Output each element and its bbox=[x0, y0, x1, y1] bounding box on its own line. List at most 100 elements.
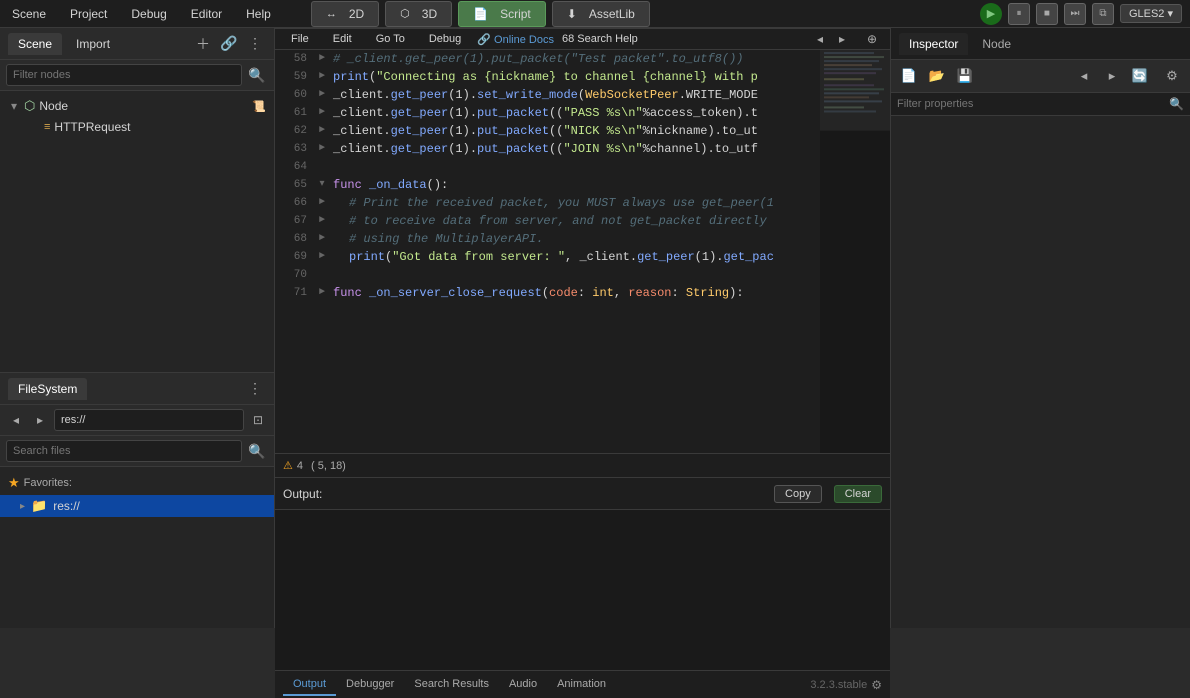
filter-button[interactable]: ⚙ bbox=[1160, 64, 1184, 88]
scene-more-button[interactable]: ⋮ bbox=[244, 33, 266, 55]
code-line-68: 68 ► # using the MultiplayerAPI. bbox=[275, 230, 820, 248]
center-panel: ⬡ Node ✕ ◻ twitch_chat_dock ≡ user_messa… bbox=[275, 28, 890, 628]
step-button[interactable]: ⏭ bbox=[1064, 3, 1086, 25]
fs-tree: ★ Favorites: ▸ 📁 res:// bbox=[0, 467, 274, 628]
code-main: 58 ► # _client.get_peer(1).put_packet("T… bbox=[275, 50, 890, 453]
output-tab-search[interactable]: Search Results bbox=[404, 674, 499, 696]
history-button[interactable]: 🔄 bbox=[1128, 64, 1152, 88]
code-line-66: 66 ► # Print the received packet, you MU… bbox=[275, 194, 820, 212]
scene-tree: ▾ ⬡ Node 📜 ≡ HTTPRequest bbox=[0, 91, 274, 372]
menu-bar: Scene Project Debug Editor Help ↔ 2D ⬡ 3… bbox=[0, 0, 1190, 28]
nav-back-arrow[interactable]: ◂ bbox=[810, 29, 830, 49]
inspector-content bbox=[891, 116, 1190, 628]
filter-search-icon[interactable]: 🔍 bbox=[246, 64, 268, 86]
code-line-69: 69 ► print("Got data from server: ", _cl… bbox=[275, 248, 820, 266]
open-script-button[interactable]: 📂 bbox=[925, 64, 949, 88]
tab-filesystem[interactable]: FileSystem bbox=[8, 378, 87, 400]
layout-toggle-button[interactable]: ⊡ bbox=[248, 410, 268, 430]
nav-prev-button[interactable]: ◂ bbox=[1072, 64, 1096, 88]
search-icon: 🔍 bbox=[1169, 97, 1184, 111]
status-position: ( 5, 18) bbox=[311, 460, 346, 472]
code-line-70: 70 bbox=[275, 266, 820, 284]
menu-help[interactable]: Help bbox=[242, 5, 275, 23]
output-header: Output: Copy Clear bbox=[275, 478, 890, 510]
code-line-62: 62 ► _client.get_peer(1).put_packet(("NI… bbox=[275, 122, 820, 140]
stop-button[interactable]: ■ bbox=[1036, 3, 1058, 25]
tab-import[interactable]: Import bbox=[66, 33, 120, 55]
tree-item-node[interactable]: ▾ ⬡ Node 📜 bbox=[0, 95, 274, 117]
output-tab-animation[interactable]: Animation bbox=[547, 674, 616, 696]
output-settings-icon[interactable]: ⚙ bbox=[871, 678, 882, 692]
code-area[interactable]: 58 ► # _client.get_peer(1).put_packet("T… bbox=[275, 50, 820, 453]
2d-icon: ↔ bbox=[322, 6, 341, 22]
save-script-button[interactable]: 💾 bbox=[953, 64, 977, 88]
left-panel: Scene Import ＋ 🔗 ⋮ 🔍 ▾ ⬡ Node 📜 bbox=[0, 28, 275, 628]
code-view: 58 ► # _client.get_peer(1).put_packet("T… bbox=[275, 50, 890, 477]
code-line-60: 60 ► _client.get_peer(1).set_write_mode(… bbox=[275, 86, 820, 104]
nav-next-button[interactable]: ▸ bbox=[1100, 64, 1124, 88]
search-files-input[interactable] bbox=[6, 440, 242, 462]
tree-item-httprequest[interactable]: ≡ HTTPRequest bbox=[0, 117, 274, 137]
link-button[interactable]: 🔗 bbox=[218, 33, 240, 55]
inspector-search: 🔍 bbox=[891, 93, 1190, 116]
movie-button[interactable]: ⧉ bbox=[1092, 3, 1114, 25]
version-label: 3.2.3.stable bbox=[810, 679, 867, 691]
expand-icon: ▾ bbox=[8, 99, 20, 113]
pause-button[interactable]: ⏸ bbox=[1008, 3, 1030, 25]
search-help-button[interactable]: 68 Search Help bbox=[562, 33, 638, 45]
code-line-71: 71 ► func _on_server_close_request(code:… bbox=[275, 284, 820, 302]
forward-button[interactable]: ▸ bbox=[30, 410, 50, 430]
play-button[interactable]: ▶ bbox=[980, 3, 1002, 25]
online-docs-button[interactable]: 🔗 Online Docs bbox=[477, 33, 554, 46]
edit-menu-button[interactable]: Edit bbox=[325, 31, 360, 47]
code-line-58: 58 ► # _client.get_peer(1).put_packet("T… bbox=[275, 50, 820, 68]
back-button[interactable]: ◂ bbox=[6, 410, 26, 430]
new-script-button[interactable]: 📄 bbox=[897, 64, 921, 88]
main-layout: Scene Import ＋ 🔗 ⋮ 🔍 ▾ ⬡ Node 📜 bbox=[0, 28, 1190, 628]
favorites-label: ★ Favorites: bbox=[0, 471, 274, 495]
debug-menu-button[interactable]: Debug bbox=[421, 31, 469, 47]
fs-item-res[interactable]: ▸ 📁 res:// bbox=[0, 495, 274, 517]
clear-button[interactable]: Clear bbox=[834, 485, 882, 503]
folder-icon: 📁 bbox=[31, 498, 47, 514]
copy-button[interactable]: Copy bbox=[774, 485, 822, 503]
step-icon: ⏭ bbox=[1066, 6, 1083, 21]
menu-editor[interactable]: Editor bbox=[187, 5, 226, 23]
3d-button[interactable]: ⬡ 3D bbox=[385, 1, 452, 27]
bookmark-button[interactable]: ⊕ bbox=[862, 29, 882, 49]
goto-menu-button[interactable]: Go To bbox=[368, 31, 413, 47]
script-icon: 📄 bbox=[469, 5, 492, 23]
tree-item-label-child: HTTPRequest bbox=[54, 120, 130, 134]
right-panel: Inspector Node 📄 📂 💾 ◂ ▸ 🔄 ⚙ 🔍 bbox=[890, 28, 1190, 628]
script-attached-icon: 📜 bbox=[252, 100, 266, 113]
fs-search-icon[interactable]: 🔍 bbox=[246, 440, 268, 462]
menu-project[interactable]: Project bbox=[66, 5, 111, 23]
http-type-icon: ≡ bbox=[44, 121, 50, 133]
script-button[interactable]: 📄 Script bbox=[458, 1, 546, 27]
fs-more-button[interactable]: ⋮ bbox=[244, 378, 266, 400]
fs-toolbar: ◂ ▸ res:// ⊡ bbox=[0, 405, 274, 436]
file-menu-button[interactable]: File bbox=[283, 31, 317, 47]
add-node-button[interactable]: ＋ bbox=[192, 33, 214, 55]
2d-button[interactable]: ↔ 2D bbox=[311, 1, 379, 27]
warning-icon: ⚠ bbox=[283, 459, 293, 472]
filter-properties-input[interactable] bbox=[897, 98, 1169, 110]
fs-panel-header: FileSystem ⋮ bbox=[0, 373, 274, 405]
path-display: res:// bbox=[54, 409, 244, 431]
filter-nodes-input[interactable] bbox=[6, 64, 242, 86]
tab-inspector[interactable]: Inspector bbox=[899, 33, 968, 55]
output-tab-audio[interactable]: Audio bbox=[499, 674, 547, 696]
movie-icon: ⧉ bbox=[1095, 6, 1110, 21]
output-tab-output[interactable]: Output bbox=[283, 674, 336, 696]
output-area: Output: Copy Clear Output Debugger Searc… bbox=[275, 477, 890, 698]
tab-node[interactable]: Node bbox=[972, 33, 1021, 55]
menu-debug[interactable]: Debug bbox=[127, 5, 170, 23]
nav-forward-arrow[interactable]: ▸ bbox=[832, 29, 852, 49]
menu-scene[interactable]: Scene bbox=[8, 5, 50, 23]
output-tab-debugger[interactable]: Debugger bbox=[336, 674, 404, 696]
code-line-65: 65 ▾ func _on_data(): bbox=[275, 176, 820, 194]
assetlib-button[interactable]: ⬇ AssetLib bbox=[552, 1, 650, 27]
gles-selector[interactable]: GLES2 ▾ bbox=[1120, 4, 1182, 23]
code-toolbar: File Edit Go To Debug 🔗 Online Docs 68 S… bbox=[275, 29, 890, 50]
tab-scene[interactable]: Scene bbox=[8, 33, 62, 55]
